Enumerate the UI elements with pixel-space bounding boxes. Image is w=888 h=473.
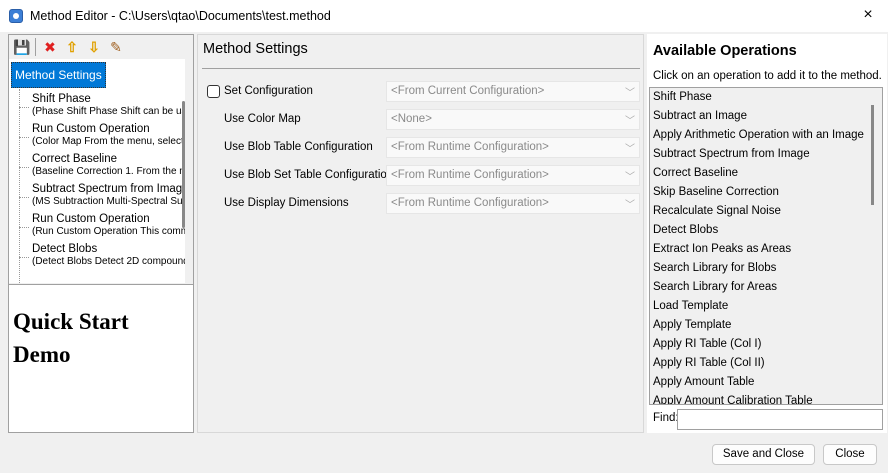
operation-item[interactable]: Apply Amount Calibration Table: [650, 392, 882, 404]
find-label: Find:: [653, 412, 679, 424]
tree-vertical-scrollbar[interactable]: [182, 101, 185, 228]
chevron-down-icon: ﹀: [625, 200, 635, 211]
move-up-icon[interactable]: ⇧: [64, 39, 80, 55]
chevron-down-icon: ﹀: [625, 88, 635, 99]
operation-item[interactable]: Apply Amount Table: [650, 373, 882, 392]
setting-label: Use Blob Table Configuration: [224, 141, 373, 153]
tree-item-desc: (Color Map From the menu, select: [32, 136, 184, 147]
divider: [202, 68, 640, 69]
operation-item[interactable]: Search Library for Areas: [650, 278, 882, 297]
tree-line: [19, 197, 29, 198]
chevron-down-icon: ﹀: [625, 172, 635, 183]
setting-label: Set Configuration: [224, 85, 313, 97]
tree-item-title: Subtract Spectrum from Image: [32, 183, 185, 195]
close-button[interactable]: Close: [823, 444, 877, 465]
quick-start-panel: Quick Start Demo: [9, 284, 193, 432]
operation-item[interactable]: Detect Blobs: [650, 221, 882, 240]
configuration-dropdown[interactable]: <From Current Configuration> ﹀: [386, 81, 640, 102]
set-configuration-checkbox[interactable]: [207, 85, 220, 98]
app-icon: [9, 9, 23, 23]
setting-row-blob-set-table: Use Blob Set Table Configuration <From R…: [198, 165, 643, 187]
tree-item-desc: (Baseline Correction 1. From the m: [32, 166, 185, 177]
operation-item[interactable]: Apply Template: [650, 316, 882, 335]
setting-row-display-dimensions: Use Display Dimensions <From Runtime Con…: [198, 193, 643, 215]
quick-start-title: Quick Start: [13, 309, 129, 334]
tree-item-title: Run Custom Operation: [32, 213, 150, 225]
settings-heading: Method Settings: [203, 41, 308, 57]
operations-scrollbar[interactable]: [871, 105, 874, 205]
operation-item[interactable]: Apply Arithmetic Operation with an Image: [650, 126, 882, 145]
method-settings-panel: Method Settings Set Configuration <From …: [197, 34, 644, 433]
tree-item-desc: (MS Subtraction Multi-Spectral Sub: [32, 196, 185, 207]
tree-line: [19, 89, 20, 283]
window-title: Method Editor - C:\Users\qtao\Documents\…: [30, 9, 331, 23]
tree-item[interactable]: Run Custom Operation (Color Map From the …: [32, 123, 184, 147]
edit-icon[interactable]: ✎: [108, 39, 124, 55]
toolbar-separator: [35, 38, 36, 56]
tree-line: [19, 257, 29, 258]
tree-item[interactable]: Correct Baseline (Baseline Correction 1. …: [32, 153, 185, 177]
tree-item[interactable]: Run Custom Operation (Run Custom Operatio…: [32, 213, 185, 237]
find-input[interactable]: [677, 409, 883, 430]
method-tree[interactable]: Method Settings Shift Phase (Phase Shift …: [9, 59, 185, 283]
setting-row-color-map: Use Color Map <None> ﹀: [198, 109, 643, 131]
operation-item[interactable]: Extract Ion Peaks as Areas: [650, 240, 882, 259]
operation-item[interactable]: Apply RI Table (Col II): [650, 354, 882, 373]
toolbar: 💾 ✖ ⇧ ⇩ ✎: [9, 35, 193, 59]
tree-item[interactable]: Shift Phase (Phase Shift Phase Shift can …: [32, 93, 185, 117]
dropdown-value: <None>: [391, 113, 432, 125]
move-down-icon[interactable]: ⇩: [86, 39, 102, 55]
setting-label: Use Display Dimensions: [224, 197, 349, 209]
save-and-close-button[interactable]: Save and Close: [712, 444, 815, 465]
operation-item[interactable]: Shift Phase: [650, 88, 882, 107]
tree-line: [19, 137, 29, 138]
setting-row-blob-table: Use Blob Table Configuration <From Runti…: [198, 137, 643, 159]
operations-hint: Click on an operation to add it to the m…: [653, 70, 882, 82]
chevron-down-icon: ﹀: [625, 116, 635, 127]
operation-item[interactable]: Correct Baseline: [650, 164, 882, 183]
tree-item-title: Shift Phase: [32, 93, 91, 105]
display-dimensions-dropdown[interactable]: <From Runtime Configuration> ﹀: [386, 193, 640, 214]
dropdown-value: <From Runtime Configuration>: [391, 169, 549, 181]
color-map-dropdown[interactable]: <None> ﹀: [386, 109, 640, 130]
operation-item[interactable]: Recalculate Signal Noise: [650, 202, 882, 221]
available-operations-panel: Available Operations Click on an operati…: [647, 34, 887, 433]
tree-line: [19, 167, 29, 168]
dropdown-value: <From Runtime Configuration>: [391, 141, 549, 153]
tree-item-title: Detect Blobs: [32, 243, 98, 255]
setting-row-set-configuration: Set Configuration <From Current Configur…: [198, 81, 643, 103]
operation-item[interactable]: Apply RI Table (Col I): [650, 335, 882, 354]
tree-item-title: Correct Baseline: [32, 153, 118, 165]
operation-item[interactable]: Skip Baseline Correction: [650, 183, 882, 202]
operation-item[interactable]: Search Library for Blobs: [650, 259, 882, 278]
blob-set-table-dropdown[interactable]: <From Runtime Configuration> ﹀: [386, 165, 640, 186]
chevron-down-icon: ﹀: [625, 144, 635, 155]
operation-item[interactable]: Load Template: [650, 297, 882, 316]
operation-item[interactable]: Subtract Spectrum from Image: [650, 145, 882, 164]
setting-label: Use Blob Set Table Configuration: [224, 169, 394, 181]
dropdown-value: <From Runtime Configuration>: [391, 197, 549, 209]
tree-item-method-settings[interactable]: Method Settings: [11, 62, 106, 88]
delete-icon[interactable]: ✖: [42, 39, 58, 55]
close-icon[interactable]: ×: [858, 6, 878, 24]
quick-start-subtitle: Demo: [13, 342, 71, 367]
tree-item[interactable]: Detect Blobs (Detect Blobs Detect 2D comp…: [32, 243, 185, 267]
operation-item[interactable]: Subtract an Image: [650, 107, 882, 126]
tree-item-desc: (Run Custom Operation This comm: [32, 226, 185, 237]
operations-heading: Available Operations: [653, 43, 797, 59]
setting-label: Use Color Map: [224, 113, 301, 125]
tree-item[interactable]: Subtract Spectrum from Image (MS Subtract…: [32, 183, 185, 207]
tree-line: [19, 107, 29, 108]
tree-item-title: Run Custom Operation: [32, 123, 150, 135]
tree-line: [19, 227, 29, 228]
tree-item-desc: (Phase Shift Phase Shift can be us: [32, 106, 185, 117]
blob-table-dropdown[interactable]: <From Runtime Configuration> ﹀: [386, 137, 640, 158]
title-bar: Method Editor - C:\Users\qtao\Documents\…: [0, 0, 888, 32]
operations-list[interactable]: Shift Phase Subtract an Image Apply Arithm…: [649, 87, 883, 405]
save-icon[interactable]: 💾: [13, 39, 30, 55]
dropdown-value: <From Current Configuration>: [391, 85, 545, 97]
method-tree-panel: 💾 ✖ ⇧ ⇩ ✎ Method Settings Shift Phase (Ph…: [8, 34, 194, 433]
tree-item-desc: (Detect Blobs Detect 2D compound: [32, 256, 185, 267]
